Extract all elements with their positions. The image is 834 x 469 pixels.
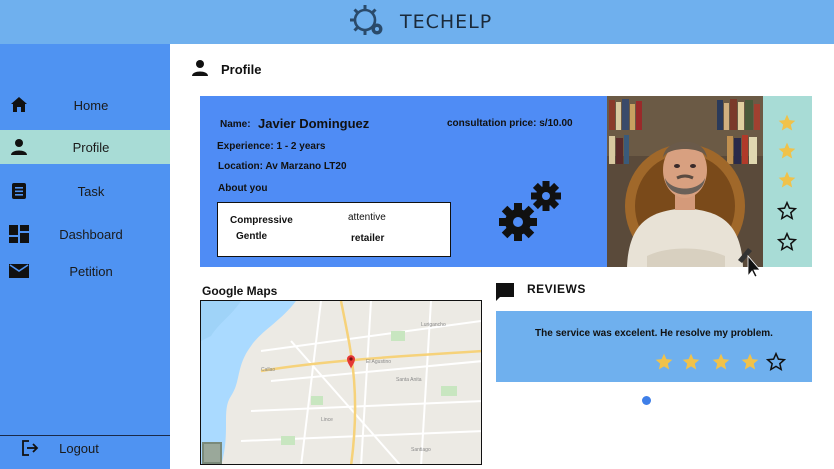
home-icon [9,95,29,115]
sidebar-item-label: Profile [72,139,110,155]
logout-label: Logout [59,440,99,456]
gear-logo-icon [350,3,386,42]
sidebar-item-label: Petition [69,263,113,279]
top-bar: TECHELP [0,0,834,44]
star-filled-icon [777,141,797,161]
page-title: Profile [221,62,262,77]
star-empty-icon [776,231,798,252]
edit-icon[interactable] [736,242,762,283]
reviews-title: REVIEWS [527,282,586,296]
consultation-price: consultation price: s/10.00 [447,118,573,129]
mail-icon [9,261,29,281]
traits-box: Compressive attentive Gentle retailer [217,202,451,257]
maps-title: Google Maps [202,284,278,298]
trait-tag: Gentle [236,231,268,242]
sidebar-item-petition[interactable]: Petition [0,254,170,288]
svg-text:El Agustino: El Agustino [366,359,391,365]
star-filled-icon [654,352,674,372]
dashboard-icon [9,224,29,244]
gears-icon [498,178,564,249]
sidebar-item-label: Home [73,97,109,113]
brand: TECHELP [350,3,493,42]
about-label: About you [218,183,268,194]
review-text: The service was excelent. He resolve my … [535,328,773,339]
logout-button[interactable]: Logout [0,431,170,465]
location-text: Location: Av Marzano LT20 [218,161,347,172]
star-filled-icon [711,352,731,372]
star-filled-icon [777,113,797,133]
profile-name: Javier Dominguez [258,116,370,131]
svg-text:Santa Anita: Santa Anita [396,377,422,383]
map-view[interactable]: El Agustino Callao Santa Anita Lince Santi… [200,300,482,465]
svg-text:Lince: Lince [321,417,333,423]
svg-text:Callao: Callao [261,367,275,373]
person-icon [9,137,29,157]
experience-text: Experience: 1 - 2 years [217,141,326,152]
sidebar-item-dashboard[interactable]: Dashboard [0,217,170,251]
star-empty-icon [765,351,787,372]
star-filled-icon [740,352,760,372]
trait-tag: Compressive [230,215,293,226]
sidebar-item-profile[interactable]: Profile [0,130,170,164]
sidebar-item-home[interactable]: Home [0,88,170,122]
profile-header-icon [191,59,209,82]
rating-stars [763,96,812,267]
profile-card: Name: Javier Dominguez consultation pric… [200,96,607,267]
review-card: The service was excelent. He resolve my … [496,311,812,382]
sidebar-item-label: Task [77,183,105,199]
trait-tag: attentive [348,212,386,223]
star-empty-icon [776,200,798,221]
carousel-dot[interactable] [642,396,651,405]
sidebar-item-task[interactable]: Task [0,174,170,208]
trait-tag: retailer [351,233,385,244]
star-filled-icon [777,170,797,190]
sidebar: Home Profile Task Dashboard Petition Log… [0,44,170,469]
main-content: Profile Name: Javier Dominguez consultat… [170,44,834,469]
comment-icon [495,282,515,307]
sidebar-item-label: Dashboard [59,226,123,242]
clipboard-icon [9,181,29,201]
svg-text:Santiago: Santiago [411,447,431,453]
app-title: TECHELP [400,11,493,33]
svg-text:Lurigancho: Lurigancho [421,322,446,328]
name-label: Name: [220,119,251,130]
star-filled-icon [681,352,701,372]
